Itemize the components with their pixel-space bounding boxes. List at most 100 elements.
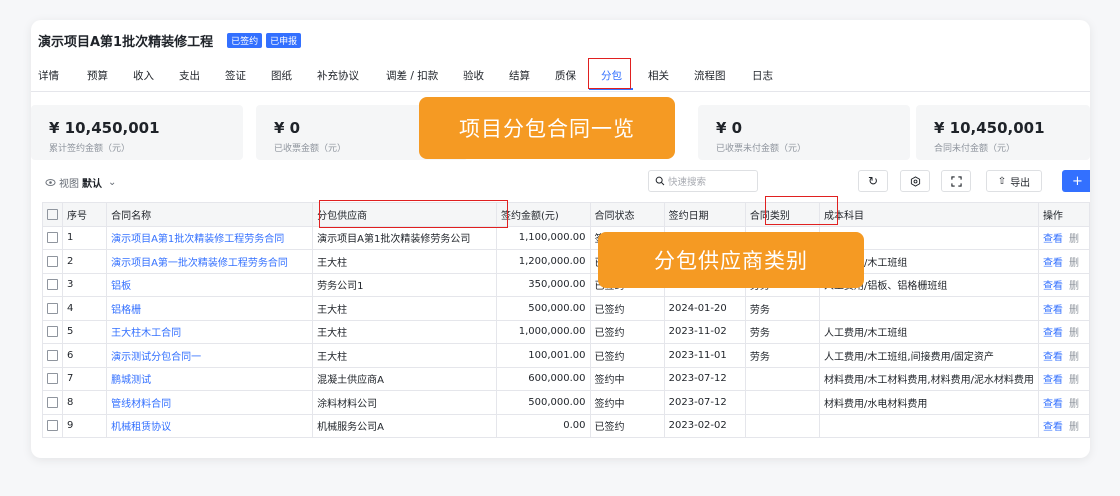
- cell-contract-name[interactable]: 铝板: [106, 272, 314, 297]
- cell-status: 已签约: [589, 413, 665, 438]
- col-actions: 操作: [1037, 202, 1090, 227]
- cell-supplier: 王大柱: [312, 296, 497, 321]
- eye-icon: [45, 179, 56, 186]
- delete-link[interactable]: 删: [1069, 328, 1079, 339]
- add-button[interactable]: +: [1062, 170, 1090, 192]
- cell-status: 已签约: [589, 319, 665, 344]
- tab-adjustment[interactable]: 调差 / 扣款: [386, 68, 438, 83]
- view-name: 默认: [82, 179, 102, 190]
- stat-value: ¥ 0: [716, 119, 743, 137]
- view-link[interactable]: 查看: [1043, 352, 1063, 363]
- highlight-box-tab: [588, 58, 631, 89]
- cell-contract-name[interactable]: 演示测试分包合同一: [106, 343, 314, 368]
- col-index: 序号: [61, 202, 108, 227]
- cell-category: 劳务: [744, 296, 821, 321]
- stat-value: ¥ 10,450,001: [49, 119, 160, 137]
- delete-link[interactable]: 删: [1069, 305, 1079, 316]
- cell-amount: 500,000.00: [495, 390, 591, 415]
- export-label: 导出: [1010, 177, 1031, 189]
- row-actions: 查看删: [1037, 413, 1090, 438]
- view-link[interactable]: 查看: [1043, 305, 1063, 316]
- settings-button[interactable]: [900, 170, 930, 192]
- row-checkbox[interactable]: [42, 249, 63, 274]
- tab-details[interactable]: 详情: [38, 68, 59, 83]
- row-actions: 查看删: [1037, 272, 1090, 297]
- row-actions: 查看删: [1037, 249, 1090, 274]
- view-link[interactable]: 查看: [1043, 422, 1063, 433]
- row-actions: 查看删: [1037, 390, 1090, 415]
- highlight-box-category: [765, 196, 838, 225]
- tab-flowchart[interactable]: 流程图: [694, 68, 726, 83]
- cell-index: 6: [61, 343, 108, 368]
- view-link[interactable]: 查看: [1043, 399, 1063, 410]
- export-button[interactable]: ⇧ 导出: [986, 170, 1042, 192]
- table-row: 7 鹏城测试 混凝土供应商A 600,000.00 签约中 2023-07-12 材料费用/…: [42, 366, 1090, 391]
- tab-budget[interactable]: 预算: [87, 68, 108, 83]
- row-checkbox[interactable]: [42, 296, 63, 321]
- cell-cost-account: 材料费用/木工材料费用,材料费用/泥水材料费用: [819, 366, 1039, 391]
- cell-contract-name[interactable]: 演示项目A第1批次精装修工程劳务合同: [106, 225, 314, 250]
- status-badge-declared: 已申报: [266, 33, 302, 48]
- cell-cost-account: 人工费用/木工班组,间接费用/固定资产: [819, 343, 1039, 368]
- row-checkbox[interactable]: [42, 366, 63, 391]
- tab-acceptance[interactable]: 验收: [463, 68, 484, 83]
- status-badge-signed: 已签约: [227, 33, 263, 48]
- delete-link[interactable]: 删: [1069, 258, 1079, 269]
- callout-supplier-category: 分包供应商类别: [598, 232, 864, 288]
- cell-supplier: 演示项目A第1批次精装修劳务公司: [312, 225, 497, 250]
- fullscreen-button[interactable]: [941, 170, 971, 192]
- table-row: 4 铝格栅 王大柱 500,000.00 已签约 2024-01-20 劳务 查看删: [42, 296, 1090, 321]
- tab-visa[interactable]: 签证: [225, 68, 246, 83]
- row-checkbox[interactable]: [42, 413, 63, 438]
- tab-settlement[interactable]: 结算: [509, 68, 530, 83]
- cell-amount: 100,001.00: [495, 343, 591, 368]
- tab-related[interactable]: 相关: [648, 68, 669, 83]
- cell-category: [744, 366, 821, 391]
- tab-supplement[interactable]: 补充协议: [317, 68, 359, 83]
- row-checkbox[interactable]: [42, 390, 63, 415]
- highlight-box-supplier: [319, 200, 508, 228]
- search-input[interactable]: 快速搜索: [648, 170, 758, 192]
- stat-value: ¥ 0: [274, 119, 301, 137]
- delete-link[interactable]: 删: [1069, 352, 1079, 363]
- col-cost-account: 成本科目: [819, 202, 1039, 227]
- row-checkbox[interactable]: [42, 272, 63, 297]
- delete-link[interactable]: 删: [1069, 399, 1079, 410]
- cell-contract-name[interactable]: 演示项目A第一批次精装修工程劳务合同: [106, 249, 314, 274]
- cell-amount: 0.00: [495, 413, 591, 438]
- delete-link[interactable]: 删: [1069, 281, 1079, 292]
- tab-warranty[interactable]: 质保: [555, 68, 576, 83]
- cell-contract-name[interactable]: 机械租赁协议: [106, 413, 314, 438]
- tab-log[interactable]: 日志: [752, 68, 773, 83]
- tab-income[interactable]: 收入: [133, 68, 154, 83]
- view-prefix: 视图: [59, 179, 79, 190]
- view-link[interactable]: 查看: [1043, 281, 1063, 292]
- cell-contract-name[interactable]: 鹏城测试: [106, 366, 314, 391]
- view-link[interactable]: 查看: [1043, 375, 1063, 386]
- view-selector[interactable]: 视图 默认 ⌄: [45, 175, 116, 190]
- delete-link[interactable]: 删: [1069, 375, 1079, 386]
- refresh-button[interactable]: ↻: [858, 170, 888, 192]
- delete-link[interactable]: 删: [1069, 422, 1079, 433]
- cell-contract-name[interactable]: 王大柱木工合同: [106, 319, 314, 344]
- cell-status: 已签约: [589, 343, 665, 368]
- view-link[interactable]: 查看: [1043, 234, 1063, 245]
- view-link[interactable]: 查看: [1043, 328, 1063, 339]
- cell-supplier: 涂料材料公司: [312, 390, 497, 415]
- cell-contract-name[interactable]: 管线材料合同: [106, 390, 314, 415]
- row-checkbox[interactable]: [42, 225, 63, 250]
- select-all-checkbox[interactable]: [42, 202, 63, 227]
- cell-sign-date: 2023-11-01: [663, 343, 746, 368]
- delete-link[interactable]: 删: [1069, 234, 1079, 245]
- chevron-down-icon: ⌄: [108, 177, 117, 188]
- col-contract-name: 合同名称: [106, 202, 314, 227]
- row-checkbox[interactable]: [42, 343, 63, 368]
- cell-index: 5: [61, 319, 108, 344]
- stat-unpaid: ¥ 10,450,001 合同未付金额（元）: [916, 105, 1090, 160]
- row-checkbox[interactable]: [42, 319, 63, 344]
- cell-contract-name[interactable]: 铝格栅: [106, 296, 314, 321]
- tab-expense[interactable]: 支出: [179, 68, 200, 83]
- view-link[interactable]: 查看: [1043, 258, 1063, 269]
- cell-index: 3: [61, 272, 108, 297]
- tab-drawings[interactable]: 图纸: [271, 68, 292, 83]
